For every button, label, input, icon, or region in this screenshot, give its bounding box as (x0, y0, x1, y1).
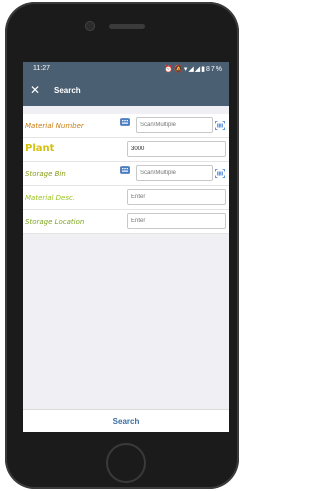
close-icon[interactable]: ✕ (30, 83, 40, 97)
plant-label: Plant (25, 143, 55, 154)
phone-frame: 11:27 ⏰🔕▾◢◢▮87% ✕ Search Material Number (5, 2, 239, 489)
app-header: ✕ Search (23, 77, 229, 106)
material-desc-label: Material Desc. (25, 194, 76, 202)
page-title: Search (54, 86, 81, 95)
mute-icon: 🔕 (174, 66, 184, 73)
plant-input[interactable] (127, 141, 226, 157)
app-screen: 11:27 ⏰🔕▾◢◢▮87% ✕ Search Material Number (23, 62, 229, 432)
search-button[interactable]: Search (23, 409, 229, 432)
material-desc-input[interactable] (127, 189, 226, 205)
status-icons: ⏰🔕▾◢◢▮87% (164, 65, 223, 73)
material-number-input[interactable] (136, 117, 213, 133)
barcode-scan-icon[interactable] (215, 169, 225, 178)
storage-location-input[interactable] (127, 213, 226, 229)
material-number-row: Material Number (23, 114, 229, 138)
plant-row: Plant (23, 138, 229, 162)
status-time: 11:27 (33, 65, 50, 72)
search-form: Material Number Plant Storage Bin (23, 114, 229, 234)
home-button[interactable] (106, 443, 146, 483)
camera-icon (86, 22, 94, 30)
keyboard-icon[interactable] (120, 118, 130, 126)
storage-bin-input[interactable] (136, 165, 213, 181)
speaker-grille (109, 24, 145, 29)
alarm-icon: ⏰ (164, 66, 175, 73)
storage-location-row: Storage Location (23, 210, 229, 234)
status-bar: 11:27 ⏰🔕▾◢◢▮87% (23, 62, 229, 77)
material-desc-row: Material Desc. (23, 186, 229, 210)
storage-location-label: Storage Location (25, 218, 85, 226)
material-number-label: Material Number (25, 122, 84, 130)
battery-percentage: 87% (205, 66, 223, 73)
barcode-scan-icon[interactable] (215, 121, 225, 130)
storage-bin-row: Storage Bin (23, 162, 229, 186)
storage-bin-label: Storage Bin (25, 170, 66, 178)
keyboard-icon[interactable] (120, 166, 130, 174)
